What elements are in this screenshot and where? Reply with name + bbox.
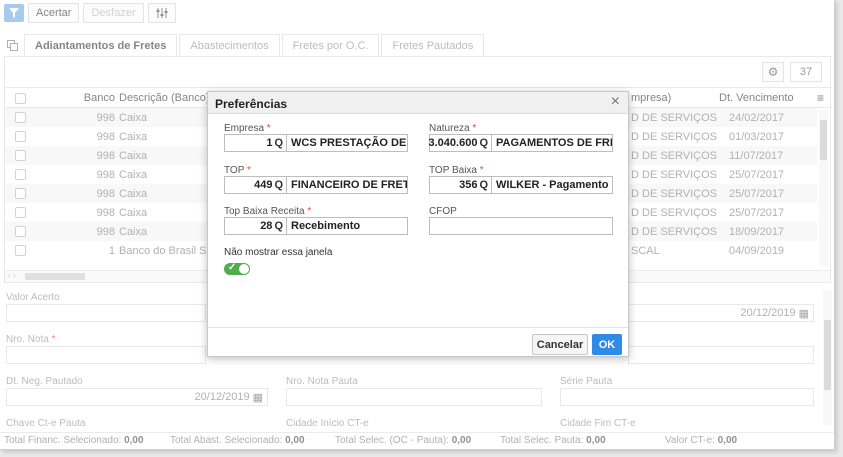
search-icon[interactable]: Q xyxy=(479,137,488,149)
cfop-input[interactable] xyxy=(429,217,613,235)
top-baixa-code-input[interactable]: 356 Q xyxy=(429,176,491,194)
ok-button[interactable]: OK xyxy=(592,334,622,355)
search-icon[interactable]: Q xyxy=(274,137,283,149)
natureza-label: Natureza * xyxy=(429,123,477,134)
cfop-label: CFOP xyxy=(429,206,457,217)
top-code-input[interactable]: 449 Q xyxy=(224,176,286,194)
search-icon[interactable]: Q xyxy=(274,220,283,232)
top-baixa-receita-code: 28 xyxy=(260,220,273,232)
empresa-label: Empresa * xyxy=(224,123,271,134)
top-baixa-code: 356 xyxy=(459,179,478,191)
top-label: TOP * xyxy=(224,165,251,176)
top-baixa-receita-label: Top Baixa Receita * xyxy=(224,206,312,217)
check-icon: ✓ xyxy=(228,262,237,273)
nao-mostrar-toggle[interactable]: ✓ xyxy=(224,262,250,275)
top-description-input[interactable]: FINANCEIRO DE FRETE C xyxy=(286,176,408,194)
natureza-description-input[interactable]: PAGAMENTOS DE FRETES xyxy=(491,134,613,152)
top-baixa-receita-description-input[interactable]: Recebimento xyxy=(286,217,408,235)
empresa-code-input[interactable]: 1 Q xyxy=(224,134,286,152)
natureza-code: 3.040.600 xyxy=(428,137,478,149)
dialog-title: Preferências xyxy=(215,97,288,111)
preferencias-dialog: Preferências × Empresa * 1 Q WCS PRESTAÇ… xyxy=(207,91,629,357)
search-icon[interactable]: Q xyxy=(274,179,283,191)
close-icon[interactable]: × xyxy=(611,93,620,111)
nao-mostrar-label: Não mostrar essa janela xyxy=(224,247,333,258)
top-baixa-label: TOP Baixa * xyxy=(429,165,484,176)
empresa-description-input[interactable]: WCS PRESTAÇÃO DE SER xyxy=(286,134,408,152)
top-baixa-receita-code-input[interactable]: 28 Q xyxy=(224,217,286,235)
app-window: Acertar Desfazer Adiantamentos de Fretes… xyxy=(0,0,835,450)
cancel-button[interactable]: Cancelar xyxy=(532,334,588,355)
empresa-code: 1 xyxy=(266,137,273,149)
dialog-footer: Cancelar OK xyxy=(208,327,628,357)
top-code: 449 xyxy=(254,179,273,191)
search-icon[interactable]: Q xyxy=(479,179,488,191)
top-baixa-description-input[interactable]: WILKER - Pagamento Fret xyxy=(491,176,613,194)
natureza-code-input[interactable]: 3.040.600 Q xyxy=(429,134,491,152)
dialog-header: Preferências × xyxy=(208,92,628,114)
